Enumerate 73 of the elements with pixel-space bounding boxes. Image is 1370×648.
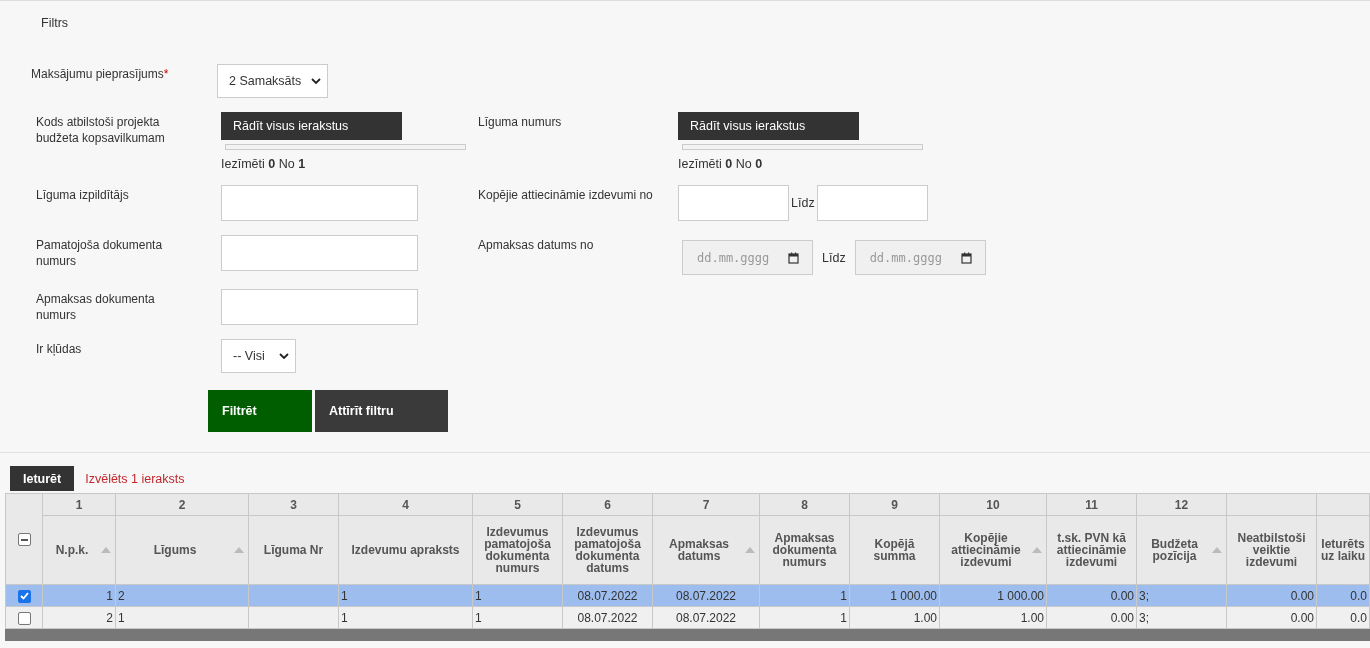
input-field[interactable] <box>221 289 418 325</box>
sort-icon <box>234 547 244 553</box>
column-number: 9 <box>849 493 940 516</box>
sort-icon <box>1032 547 1042 553</box>
column-number: 5 <box>472 493 563 516</box>
clear-filter-button[interactable]: Attīrīt filtru <box>315 390 448 432</box>
input-field[interactable] <box>678 185 789 221</box>
chevron-icon <box>279 353 289 359</box>
column-number: 11 <box>1046 493 1137 516</box>
select-all-checkbox[interactable] <box>17 533 31 547</box>
field-label: Apmaksas datums no <box>478 237 595 253</box>
column-header[interactable]: Budžeta pozīcija <box>1136 515 1227 585</box>
field-label: Maksājumu pieprasījums* <box>31 66 170 82</box>
field-label: Apmaksas dokumenta numurs <box>36 291 156 323</box>
column-number: 12 <box>1136 493 1227 516</box>
row-checkbox[interactable] <box>17 589 31 603</box>
show-all-button[interactable]: Rādīt visus ierakstus <box>221 112 402 140</box>
column-header[interactable]: Ieturēts uz laiku <box>1316 515 1370 585</box>
column-header[interactable]: Kopējā summa <box>849 515 940 585</box>
field-label: Pamatojoša dokumenta numurs <box>36 237 164 269</box>
column-header[interactable]: Līguma Nr <box>248 515 339 585</box>
field-label: Kopējie attiecināmie izdevumi no <box>478 187 654 203</box>
column-number: 2 <box>115 493 249 516</box>
select-field[interactable]: 2 Samaksāts <box>217 64 328 98</box>
column-header[interactable]: Apmaksas dokumenta numurs <box>759 515 850 585</box>
range-label: Līdz <box>790 196 816 210</box>
show-all-button[interactable]: Rādīt visus ierakstus <box>678 112 859 140</box>
column-number: 7 <box>652 493 760 516</box>
sort-icon <box>745 547 755 553</box>
column-header[interactable]: N.p.k. <box>42 515 116 585</box>
field-label: Līguma izpildītājs <box>36 187 130 203</box>
input-field[interactable] <box>816 185 928 221</box>
field-label: Ir kļūdas <box>36 341 83 357</box>
withhold-button[interactable]: Ieturēt <box>10 466 75 491</box>
column-header[interactable]: Apmaksas datums <box>652 515 760 585</box>
column-header[interactable]: Līgums <box>115 515 249 585</box>
selection-count: Iezīmēti 0 No 1 <box>221 157 307 171</box>
row-checkbox[interactable] <box>17 611 31 625</box>
calendar-icon <box>788 252 799 264</box>
filter-button[interactable]: Filtrēt <box>208 390 312 432</box>
column-number: 10 <box>939 493 1047 516</box>
table-row[interactable]: 1 2 1 1 08.07.2022 08.07.2022 1 1 000.00 1 000.00 0.00 3; 0.00 0.0 <box>5 584 1370 607</box>
sort-icon <box>101 547 111 553</box>
scrollbar[interactable] <box>5 629 1370 641</box>
date-field[interactable]: dd.mm.gggg <box>854 240 986 275</box>
selection-count: Iezīmēti 0 No 0 <box>678 157 764 171</box>
column-header[interactable]: Izdevumus pamatojoša dokumenta datums <box>562 515 653 585</box>
date-field[interactable]: dd.mm.gggg <box>682 240 813 275</box>
field-label: Līguma numurs <box>478 114 563 130</box>
panel-title: Filtrs <box>40 15 70 32</box>
column-number: 3 <box>248 493 339 516</box>
selection-status: Izvēlēts 1 ieraksts <box>85 471 185 486</box>
input-field[interactable] <box>221 185 418 221</box>
column-number: 4 <box>338 493 473 516</box>
calendar-icon <box>960 252 972 264</box>
column-header[interactable]: t.sk. PVN kā attiecināmie izdevumi <box>1046 515 1137 585</box>
check-icon <box>19 592 29 601</box>
chevron-icon <box>311 78 321 84</box>
column-number: 8 <box>759 493 850 516</box>
table-cell: 1 <box>338 606 473 629</box>
table-row[interactable]: 2 1 1 1 08.07.2022 08.07.2022 1 1.00 1.00 0.00 3; 0.00 0.0 <box>5 606 1370 629</box>
field-label: Kods atbilstoši projekta budžeta kopsavilkumam <box>36 114 166 146</box>
column-number: 6 <box>562 493 653 516</box>
sort-icon <box>1212 547 1222 553</box>
range-label: Līdz <box>821 250 847 265</box>
table-cell: 1 <box>338 584 473 607</box>
column-header[interactable]: Kopējie attiecināmie izdevumi <box>939 515 1047 585</box>
column-header[interactable]: Neatbilstoši veiktie izdevumi <box>1226 515 1317 585</box>
column-header[interactable]: Izdevumus pamatojoša dokumenta numurs <box>472 515 563 585</box>
column-number: 1 <box>42 493 116 516</box>
select-field[interactable]: -- Visi <box>221 339 296 373</box>
input-field[interactable] <box>221 235 418 271</box>
column-header[interactable]: Izdevumu apraksts <box>338 515 473 585</box>
